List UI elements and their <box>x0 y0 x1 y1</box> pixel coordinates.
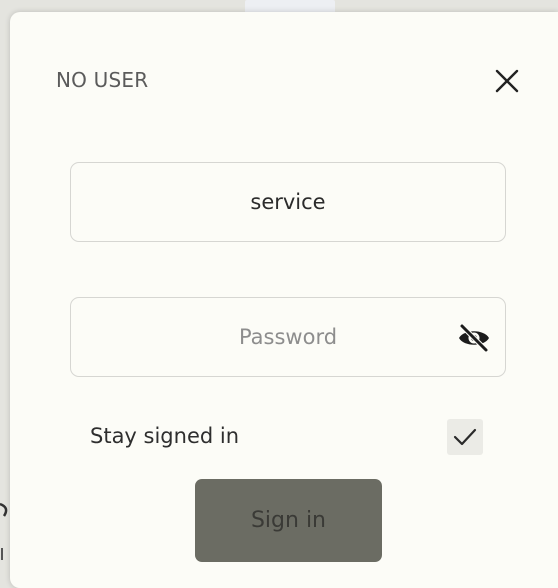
sign-in-button[interactable]: Sign in <box>195 479 382 562</box>
password-input[interactable] <box>71 298 505 376</box>
eye-slash-icon <box>459 323 489 353</box>
stay-signed-in-label: Stay signed in <box>90 424 240 448</box>
toggle-password-visibility-button[interactable] <box>457 323 491 353</box>
password-field <box>70 297 506 377</box>
username-input[interactable] <box>71 163 505 241</box>
current-user-label: NO USER <box>56 68 149 92</box>
stay-signed-in-checkbox[interactable] <box>447 419 483 455</box>
checkmark-icon <box>453 428 477 446</box>
close-icon <box>495 69 519 93</box>
username-field <box>70 162 506 242</box>
sign-in-dialog: NO USER Stay signed in Sign in <box>10 12 558 588</box>
close-button[interactable] <box>492 66 522 96</box>
background-fragment <box>0 500 10 560</box>
